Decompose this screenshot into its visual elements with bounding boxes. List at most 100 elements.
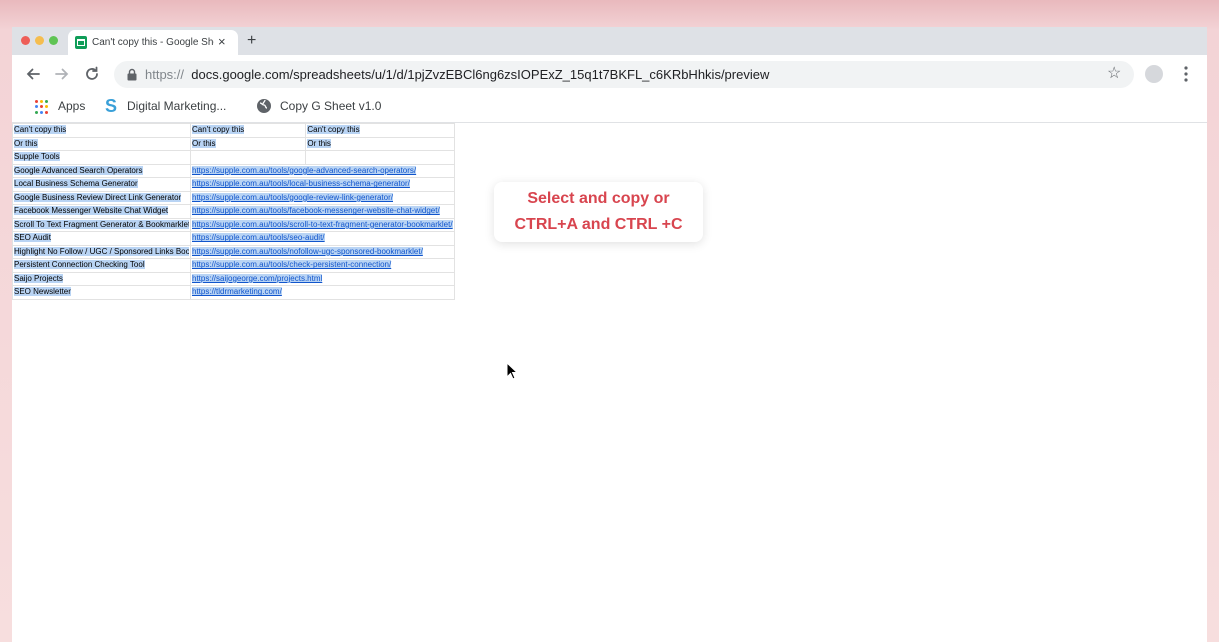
tool-link[interactable]: https://tldrmarketing.com/ xyxy=(192,287,282,297)
cell-text: Or this xyxy=(307,138,331,148)
instruction-callout: Select and copy or CTRL+A and CTRL +C xyxy=(494,182,703,242)
cell-text: Saijo Projects xyxy=(14,273,63,283)
browser-tab[interactable]: Can't copy this - Google Sheets × xyxy=(68,30,238,55)
cell-text: Google Advanced Search Operators xyxy=(14,165,143,175)
callout-line-1: Select and copy or xyxy=(527,190,670,207)
cell-text: SEO Audit xyxy=(14,233,51,243)
zoom-window-button[interactable] xyxy=(49,36,58,45)
tool-link[interactable]: https://supple.com.au/tools/google-advan… xyxy=(192,165,417,175)
table-row: Saijo Projects https://saijogeorge.com/p… xyxy=(12,271,455,286)
table-row: Or this Or this Or this xyxy=(12,136,455,151)
table-cell[interactable] xyxy=(305,150,455,165)
cell-text: Google Business Review Direct Link Gener… xyxy=(14,192,182,202)
bookmark-copy-g-sheet[interactable]: Copy G Sheet v1.0 xyxy=(280,99,381,113)
tool-link[interactable]: https://supple.com.au/tools/check-persis… xyxy=(192,260,392,270)
s-logo-icon: S xyxy=(105,96,118,116)
table-cell[interactable]: https://supple.com.au/tools/google-advan… xyxy=(190,163,455,178)
close-tab-icon[interactable]: × xyxy=(218,34,226,50)
table-cell[interactable]: https://supple.com.au/tools/local-busine… xyxy=(190,177,455,192)
tool-link[interactable]: https://saijogeorge.com/projects.html xyxy=(192,273,323,283)
table-cell[interactable]: Google Advanced Search Operators xyxy=(12,163,191,178)
table-cell[interactable]: Can't copy this xyxy=(189,123,307,138)
table-row: Supple Tools xyxy=(12,150,455,165)
table-row: SEO Audit https://supple.com.au/tools/se… xyxy=(12,231,455,246)
cell-text: Or this xyxy=(14,138,38,148)
table-row: Highlight No Follow / UGC / Sponsored Li… xyxy=(12,244,455,259)
bookmark-apps[interactable]: Apps xyxy=(58,99,85,113)
cell-text: Can't copy this xyxy=(192,125,245,135)
tool-link[interactable]: https://supple.com.au/tools/google-revie… xyxy=(192,192,393,202)
url-scheme: https:// xyxy=(145,67,185,82)
tool-link[interactable]: https://supple.com.au/tools/nofollow-ugc… xyxy=(192,246,423,256)
table-cell[interactable]: SEO Newsletter xyxy=(12,285,191,300)
table-cell[interactable]: Or this xyxy=(189,136,307,151)
table-row: Scroll To Text Fragment Generator & Book… xyxy=(12,217,455,232)
tab-title: Can't copy this - Google Sheets xyxy=(92,37,214,48)
apps-grid-icon xyxy=(35,100,49,114)
address-bar[interactable]: https:// docs.google.com/spreadsheets/u/… xyxy=(114,61,1134,88)
profile-avatar[interactable] xyxy=(1145,65,1163,83)
cell-text: Local Business Schema Generator xyxy=(14,179,138,189)
bookmark-digital-marketing[interactable]: Digital Marketing... xyxy=(127,99,226,113)
table-cell[interactable]: Scroll To Text Fragment Generator & Book… xyxy=(12,217,191,232)
browser-toolbar: https:// docs.google.com/spreadsheets/u/… xyxy=(12,55,1207,93)
new-tab-button[interactable]: + xyxy=(247,32,256,50)
cell-text: Or this xyxy=(192,138,216,148)
cell-text: Can't copy this xyxy=(14,125,67,135)
url-path: docs.google.com/spreadsheets/u/1/d/1pjZv… xyxy=(191,67,770,82)
table-row: Google Business Review Direct Link Gener… xyxy=(12,190,455,205)
minimize-window-button[interactable] xyxy=(35,36,44,45)
table-row: Persistent Connection Checking Tool http… xyxy=(12,258,455,273)
table-cell[interactable]: https://supple.com.au/tools/scroll-to-te… xyxy=(190,217,455,232)
kebab-menu-icon[interactable] xyxy=(1181,64,1191,84)
cell-text: Supple Tools xyxy=(14,152,60,162)
table-row: Can't copy this Can't copy this Can't co… xyxy=(12,123,455,138)
table-cell[interactable]: Saijo Projects xyxy=(12,271,191,286)
cell-text: Can't copy this xyxy=(307,125,360,135)
table-cell[interactable]: Supple Tools xyxy=(12,150,191,165)
globe-icon xyxy=(256,98,272,114)
table-cell[interactable]: Or this xyxy=(12,136,191,151)
tab-strip: Can't copy this - Google Sheets × + xyxy=(12,27,1207,55)
table-cell[interactable]: SEO Audit xyxy=(12,231,191,246)
table-cell[interactable]: https://supple.com.au/tools/seo-audit/ xyxy=(190,231,455,246)
browser-window: Can't copy this - Google Sheets × + http… xyxy=(12,27,1207,642)
sheet-table: Can't copy this Can't copy this Can't co… xyxy=(12,123,455,300)
cell-text: Facebook Messenger Website Chat Widget xyxy=(14,206,169,216)
cell-text: Persistent Connection Checking Tool xyxy=(14,260,145,270)
reload-icon[interactable] xyxy=(83,65,101,83)
bookmarks-bar: Apps S Digital Marketing... Copy G Sheet… xyxy=(12,93,1207,123)
table-cell[interactable]: Can't copy this xyxy=(305,123,455,138)
table-cell[interactable]: https://tldrmarketing.com/ xyxy=(190,285,455,300)
bookmark-star-icon[interactable]: ☆ xyxy=(1107,65,1121,83)
table-cell[interactable]: Facebook Messenger Website Chat Widget xyxy=(12,204,191,219)
url-text[interactable]: https:// docs.google.com/spreadsheets/u/… xyxy=(145,67,769,82)
table-cell[interactable]: Or this xyxy=(305,136,455,151)
table-cell[interactable]: Can't copy this xyxy=(12,123,191,138)
table-row: Local Business Schema Generator https://… xyxy=(12,177,455,192)
lock-icon xyxy=(126,68,138,81)
table-cell[interactable]: https://supple.com.au/tools/check-persis… xyxy=(190,258,455,273)
tool-link[interactable]: https://supple.com.au/tools/scroll-to-te… xyxy=(192,219,453,229)
cell-text: Scroll To Text Fragment Generator & Book… xyxy=(14,219,189,229)
table-cell[interactable]: Local Business Schema Generator xyxy=(12,177,191,192)
tool-link[interactable]: https://supple.com.au/tools/local-busine… xyxy=(192,179,410,189)
table-cell[interactable] xyxy=(189,150,307,165)
tool-link[interactable]: https://supple.com.au/tools/facebook-mes… xyxy=(192,206,440,216)
back-arrow-icon[interactable] xyxy=(24,65,42,83)
table-cell[interactable]: https://supple.com.au/tools/facebook-mes… xyxy=(190,204,455,219)
tool-link[interactable]: https://supple.com.au/tools/seo-audit/ xyxy=(192,233,325,243)
table-cell[interactable]: https://supple.com.au/tools/google-revie… xyxy=(190,190,455,205)
forward-arrow-icon[interactable] xyxy=(53,65,71,83)
google-sheets-icon xyxy=(75,36,87,49)
table-cell[interactable]: Persistent Connection Checking Tool xyxy=(12,258,191,273)
mouse-cursor-icon xyxy=(506,361,519,380)
table-row: Facebook Messenger Website Chat Widget h… xyxy=(12,204,455,219)
cell-text: SEO Newsletter xyxy=(14,287,71,297)
table-row: SEO Newsletter https://tldrmarketing.com… xyxy=(12,285,455,300)
table-cell[interactable]: Highlight No Follow / UGC / Sponsored Li… xyxy=(12,244,191,259)
table-cell[interactable]: https://supple.com.au/tools/nofollow-ugc… xyxy=(190,244,455,259)
table-cell[interactable]: Google Business Review Direct Link Gener… xyxy=(12,190,191,205)
close-window-button[interactable] xyxy=(21,36,30,45)
table-cell[interactable]: https://saijogeorge.com/projects.html xyxy=(190,271,455,286)
